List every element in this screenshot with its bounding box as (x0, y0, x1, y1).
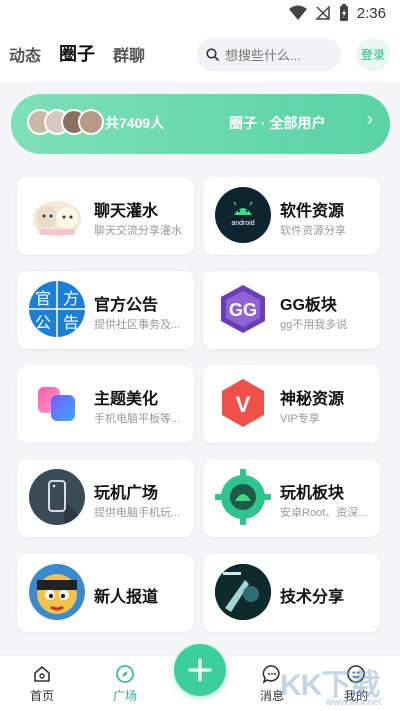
login-button[interactable]: 登录 (356, 38, 390, 71)
header: 动态 圈子 群聊 想搜些什么... 登录 (0, 28, 400, 82)
vip-icon-text: V (236, 392, 251, 417)
member-avatars (27, 109, 104, 135)
card-subtitle: 软件资源分享 (280, 225, 346, 237)
all-users-banner[interactable]: 共7409人 圈子 · 全部用户 › (11, 94, 390, 154)
announcement-icon: 官 方 公 告 (29, 281, 85, 337)
nav-plaza[interactable]: 广场 (100, 664, 150, 704)
avatar (78, 109, 104, 135)
card-phone-board[interactable]: 玩机板块 安卓Root、资深... (203, 459, 380, 537)
no-signal-icon (314, 5, 330, 20)
ninja-avatar-icon (29, 564, 85, 620)
gear-icon (215, 469, 271, 525)
nav-label: 广场 (112, 689, 137, 703)
banner-title: 圈子 · 全部用户 (229, 115, 326, 131)
tab-dynamic[interactable]: 动态 (9, 42, 41, 66)
card-title: 玩机板块 (280, 485, 345, 502)
theme-icon (29, 375, 85, 431)
android-icon-text: android (231, 220, 254, 227)
card-title: 软件资源 (280, 203, 345, 220)
tech-poster-icon (215, 564, 271, 620)
tab-circle[interactable]: 圈子 (59, 40, 95, 67)
battery-icon (339, 4, 348, 21)
card-mystery[interactable]: V 神秘资源 VIP专享 (203, 365, 380, 443)
android-icon: android (215, 187, 271, 243)
card-subtitle: 提供电脑手机玩... (94, 507, 181, 519)
card-title: 主题美化 (94, 391, 159, 408)
plus-icon (188, 658, 212, 682)
chevron-right-icon: › (367, 109, 373, 129)
vip-icon: V (215, 375, 271, 431)
card-title: 聊天灌水 (94, 203, 159, 220)
card-title: 官方公告 (94, 297, 159, 314)
gg-logo-icon: GG (215, 281, 271, 337)
add-post-button[interactable] (174, 644, 226, 696)
card-gg[interactable]: GG GG板块 gg不用我多说 (203, 271, 380, 349)
card-tech[interactable]: 技术分享 (203, 554, 380, 632)
card-software[interactable]: android 软件资源 软件资源分享 (203, 177, 380, 255)
card-title: 技术分享 (280, 589, 345, 606)
card-subtitle: gg不用我多说 (280, 319, 348, 331)
cat-mascot-icon (29, 187, 85, 243)
phone-icon (29, 469, 85, 525)
svg-text:公: 公 (35, 313, 51, 332)
svg-text:方: 方 (63, 289, 79, 308)
nav-home[interactable]: 首页 (17, 664, 67, 704)
compass-icon (116, 665, 134, 683)
card-newcomer[interactable]: 新人报道 (17, 554, 194, 632)
card-subtitle: 手机电脑平板等... (94, 413, 181, 425)
card-announcement[interactable]: 官 方 公 告 官方公告 提供社区事务及... (17, 271, 194, 349)
svg-text:告: 告 (63, 313, 79, 332)
card-subtitle: 安卓Root、资深... (280, 507, 368, 519)
nav-label: 首页 (29, 689, 54, 703)
card-subtitle: 聊天交流分享灌水 (94, 225, 182, 237)
card-title: 玩机广场 (94, 485, 159, 502)
search-input[interactable]: 想搜些什么... (197, 38, 341, 71)
card-title: 神秘资源 (280, 391, 345, 408)
home-icon (34, 666, 50, 682)
tab-circle-label: 圈子 (59, 44, 95, 64)
card-subtitle: VIP专享 (280, 413, 320, 425)
tab-group-chat[interactable]: 群聊 (113, 42, 145, 66)
card-phone-plaza[interactable]: 玩机广场 提供电脑手机玩... (17, 459, 194, 537)
status-time: 2:36 (356, 4, 386, 22)
card-subtitle: 提供社区事务及... (94, 319, 181, 331)
watermark-url: www.kkx.net (326, 697, 382, 708)
search-icon (206, 48, 219, 61)
card-theme[interactable]: 主题美化 手机电脑平板等... (17, 365, 194, 443)
status-icons: 2:36 (288, 4, 386, 22)
card-chat[interactable]: 聊天灌水 聊天交流分享灌水 (17, 177, 194, 255)
search-placeholder: 想搜些什么... (225, 48, 301, 63)
member-count: 共7409人 (105, 115, 165, 131)
card-title: GG板块 (280, 297, 337, 314)
status-bar: 2:36 (0, 0, 400, 28)
chat-bubble-icon (262, 665, 280, 684)
card-title: 新人报道 (94, 589, 159, 606)
wifi-icon (288, 5, 307, 20)
svg-text:官: 官 (35, 289, 51, 308)
gg-logo-text: GG (229, 300, 257, 320)
